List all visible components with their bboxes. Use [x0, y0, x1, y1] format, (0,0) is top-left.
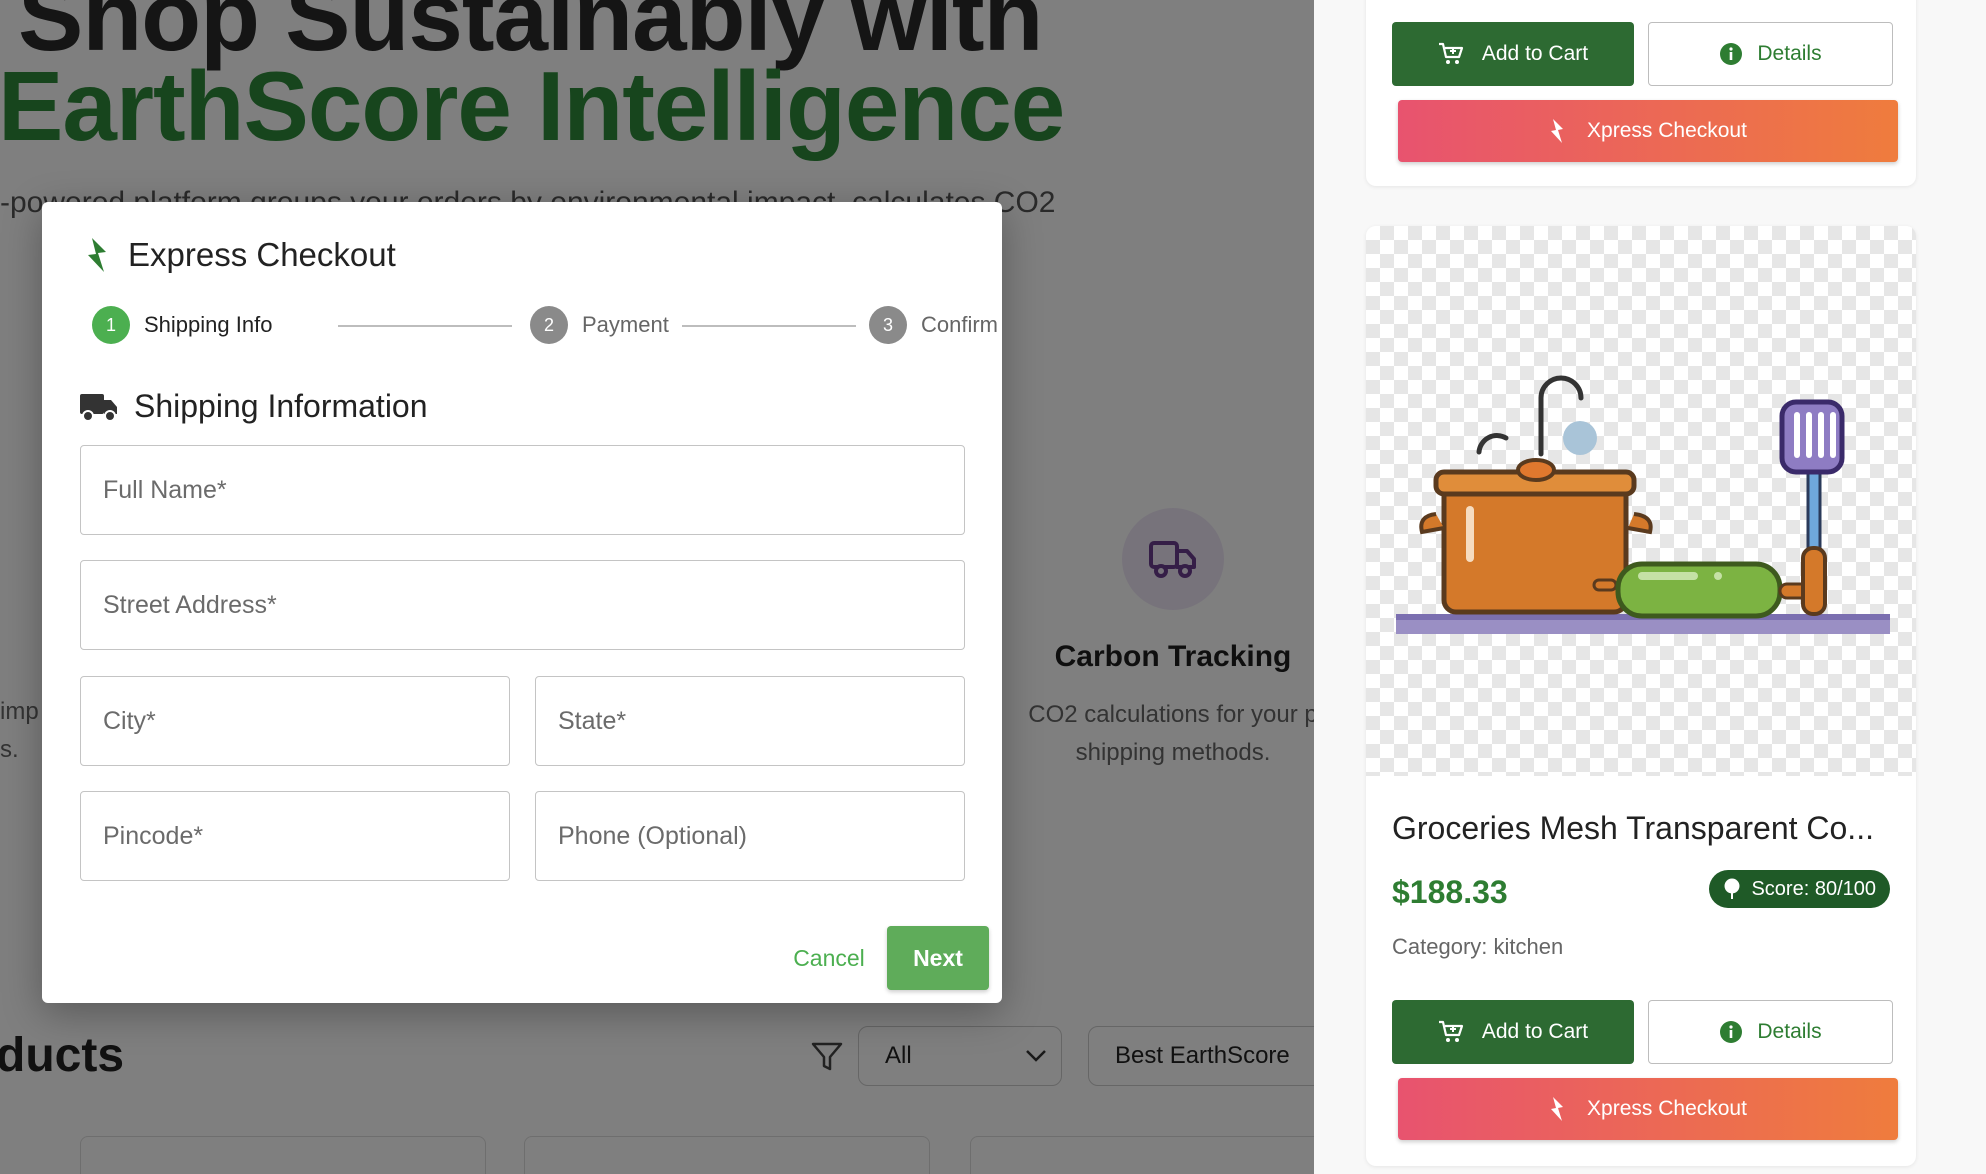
xpress-checkout-label: Xpress Checkout [1587, 119, 1747, 142]
product-card: Add to Cart Details Xpress Checkout [1366, 0, 1916, 186]
details-label: Details [1757, 42, 1822, 65]
score-label: Score: 80/100 [1751, 877, 1876, 900]
express-checkout-modal: Express Checkout 1 Shipping Info 2 Payme… [42, 202, 1002, 1003]
checkout-stepper: 1 Shipping Info 2 Payment 3 Confirm [92, 306, 998, 346]
step-confirm: 3 Confirm [869, 306, 998, 344]
details-button[interactable]: Details [1648, 1000, 1893, 1064]
city-input[interactable] [81, 677, 509, 765]
step-number: 1 [92, 306, 130, 344]
step-connector [338, 325, 512, 327]
step-payment: 2 Payment [530, 306, 669, 344]
section-title: Shipping Information [134, 388, 428, 424]
bolt-icon [1551, 119, 1564, 143]
section-header: Shipping Information [80, 388, 428, 425]
pincode-field[interactable] [80, 791, 510, 881]
truck-icon [80, 393, 117, 422]
step-shipping: 1 Shipping Info [92, 306, 272, 344]
cancel-button[interactable]: Cancel [760, 926, 898, 990]
info-icon [1720, 1021, 1743, 1043]
step-connector [682, 325, 856, 327]
phone-field[interactable] [535, 791, 965, 881]
product-price: $188.33 [1392, 874, 1508, 910]
add-to-cart-button[interactable]: Add to Cart [1392, 1000, 1634, 1064]
add-to-cart-label: Add to Cart [1481, 1020, 1589, 1043]
xpress-checkout-label: Xpress Checkout [1587, 1097, 1747, 1120]
add-to-cart-button[interactable]: Add to Cart [1392, 22, 1634, 86]
kitchen-utensils-illustration [1396, 375, 1890, 634]
info-icon [1720, 43, 1743, 65]
street-address-field[interactable] [80, 560, 965, 650]
pin-icon [1724, 878, 1740, 899]
earthscore-badge: Score: 80/100 [1709, 870, 1890, 908]
cart-icon [1438, 42, 1463, 64]
product-title[interactable]: Groceries Mesh Transparent Co... [1392, 810, 1902, 847]
street-address-input[interactable] [81, 561, 964, 649]
product-category: Category: kitchen [1392, 934, 1564, 959]
state-input[interactable] [536, 677, 964, 765]
next-button[interactable]: Next [887, 926, 989, 990]
product-sidebar: Add to Cart Details Xpress Checkout Groc… [1314, 0, 1986, 1174]
modal-title: Express Checkout [128, 236, 396, 273]
details-button[interactable]: Details [1648, 22, 1893, 86]
xpress-checkout-button[interactable]: Xpress Checkout [1398, 1078, 1898, 1140]
full-name-field[interactable] [80, 445, 965, 535]
full-name-input[interactable] [81, 446, 964, 534]
xpress-checkout-button[interactable]: Xpress Checkout [1398, 100, 1898, 162]
bolt-icon [88, 238, 106, 272]
step-number: 2 [530, 306, 568, 344]
step-label: Payment [582, 312, 669, 337]
bolt-icon [1551, 1097, 1564, 1121]
product-image[interactable] [1366, 226, 1916, 776]
pincode-input[interactable] [81, 792, 509, 880]
state-field[interactable] [535, 676, 965, 766]
add-to-cart-label: Add to Cart [1481, 42, 1589, 65]
city-field[interactable] [80, 676, 510, 766]
cart-icon [1438, 1020, 1463, 1042]
details-label: Details [1757, 1020, 1822, 1043]
step-number: 3 [869, 306, 907, 344]
product-card: Groceries Mesh Transparent Co... $188.33… [1366, 226, 1916, 1166]
step-label: Confirm [921, 312, 999, 337]
phone-input[interactable] [536, 792, 964, 880]
step-label: Shipping Info [144, 312, 273, 337]
